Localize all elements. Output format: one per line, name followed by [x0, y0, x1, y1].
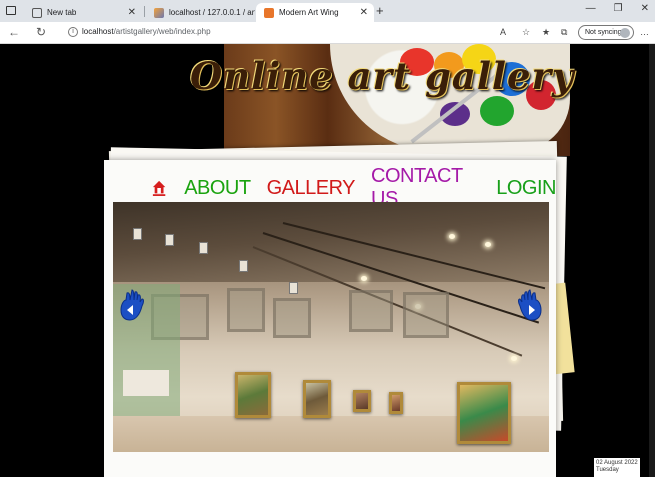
favorites-list-icon[interactable]: ★ [542, 27, 550, 38]
new-tab-button[interactable]: + [376, 3, 384, 18]
url-host: localhost [82, 27, 114, 36]
content-paper: ABOUT GALLERY CONTACT US LOGIN [104, 160, 556, 477]
url-field[interactable]: localhost/artistgallery/web/index.php [82, 27, 211, 36]
spotlight [289, 282, 298, 294]
ceiling-light [361, 276, 367, 281]
hand-prev-icon[interactable] [118, 288, 146, 322]
close-window-icon[interactable]: ✕ [641, 3, 649, 14]
close-tab-icon[interactable]: ✕ [360, 7, 368, 18]
minimize-icon[interactable]: — [586, 3, 596, 14]
spotlight [165, 234, 174, 246]
favorite-icon[interactable]: ☆ [522, 27, 530, 38]
menu-gallery-link[interactable]: GALLERY [267, 177, 356, 200]
painting [353, 390, 371, 412]
gallery-slideshow-image [113, 202, 549, 452]
site-info-icon[interactable]: i [68, 27, 78, 37]
tab-new-tab[interactable]: New tab ✕ [24, 3, 142, 22]
tab-title: localhost / 127.0.0.1 / artistgalle [169, 8, 255, 17]
spotlight [133, 228, 142, 240]
read-aloud-icon[interactable]: A [500, 27, 506, 37]
url-path: /artistgallery/web/index.php [113, 27, 211, 36]
site-logo-title: Online art gallery [190, 54, 575, 98]
paint-blob [480, 96, 514, 126]
exhibit-label-card [123, 370, 169, 396]
painting [389, 392, 403, 414]
collections-icon[interactable]: ⧉ [561, 27, 567, 38]
restore-icon[interactable]: ❐ [614, 3, 623, 14]
refresh-icon[interactable]: ↻ [36, 25, 46, 39]
browser-tab-bar: New tab ✕ localhost / 127.0.0.1 / artist… [0, 0, 655, 22]
tab-title: New tab [47, 8, 77, 17]
page-icon [264, 7, 274, 18]
spotlight [199, 242, 208, 254]
ceiling-light [485, 242, 491, 247]
tab-separator [144, 6, 145, 17]
ceiling-light [449, 234, 455, 239]
painting [457, 382, 511, 444]
web-page: Online art gallery ABOUT GALLERY CONTACT… [0, 44, 655, 477]
date-widget: 02 August 2022 Tuesday [594, 458, 640, 477]
hand-next-icon[interactable] [516, 288, 544, 322]
tab-modern-art-wing[interactable]: Modern Art Wing ✕ [256, 3, 374, 22]
faded-artwork [227, 288, 265, 332]
address-bar: ← ↻ i localhost/artistgallery/web/index.… [0, 22, 655, 44]
menu-login-link[interactable]: LOGIN [496, 177, 556, 200]
main-menu: ABOUT GALLERY CONTACT US LOGIN [152, 165, 556, 210]
sync-label: Not syncing [585, 29, 622, 36]
page-scrollbar[interactable] [649, 44, 655, 477]
more-menu-icon[interactable]: … [640, 27, 649, 37]
phpmyadmin-icon [154, 7, 164, 18]
tab-actions-icon[interactable] [6, 6, 16, 15]
painting [303, 380, 331, 418]
menu-about-link[interactable]: ABOUT [184, 177, 251, 200]
home-icon[interactable] [152, 179, 166, 197]
day-text: Tuesday [596, 467, 619, 473]
painting [235, 372, 271, 418]
profile-sync-button[interactable]: Not syncing [578, 25, 634, 40]
close-tab-icon[interactable]: ✕ [128, 7, 136, 18]
tab-title: Modern Art Wing [279, 8, 339, 17]
faded-artwork [403, 292, 449, 338]
window-controls: — ❐ ✕ [586, 3, 649, 14]
avatar [620, 28, 630, 38]
spotlight [239, 260, 248, 272]
gallery-ceiling [113, 202, 549, 282]
back-icon[interactable]: ← [8, 25, 20, 39]
ceiling-light [511, 356, 517, 361]
tab-phpmyadmin[interactable]: localhost / 127.0.0.1 / artistgalle ✕ [146, 3, 268, 22]
new-tab-icon [32, 7, 42, 18]
faded-artwork [273, 298, 311, 338]
faded-artwork [349, 290, 393, 332]
date-text: 02 August 2022 [596, 460, 638, 466]
